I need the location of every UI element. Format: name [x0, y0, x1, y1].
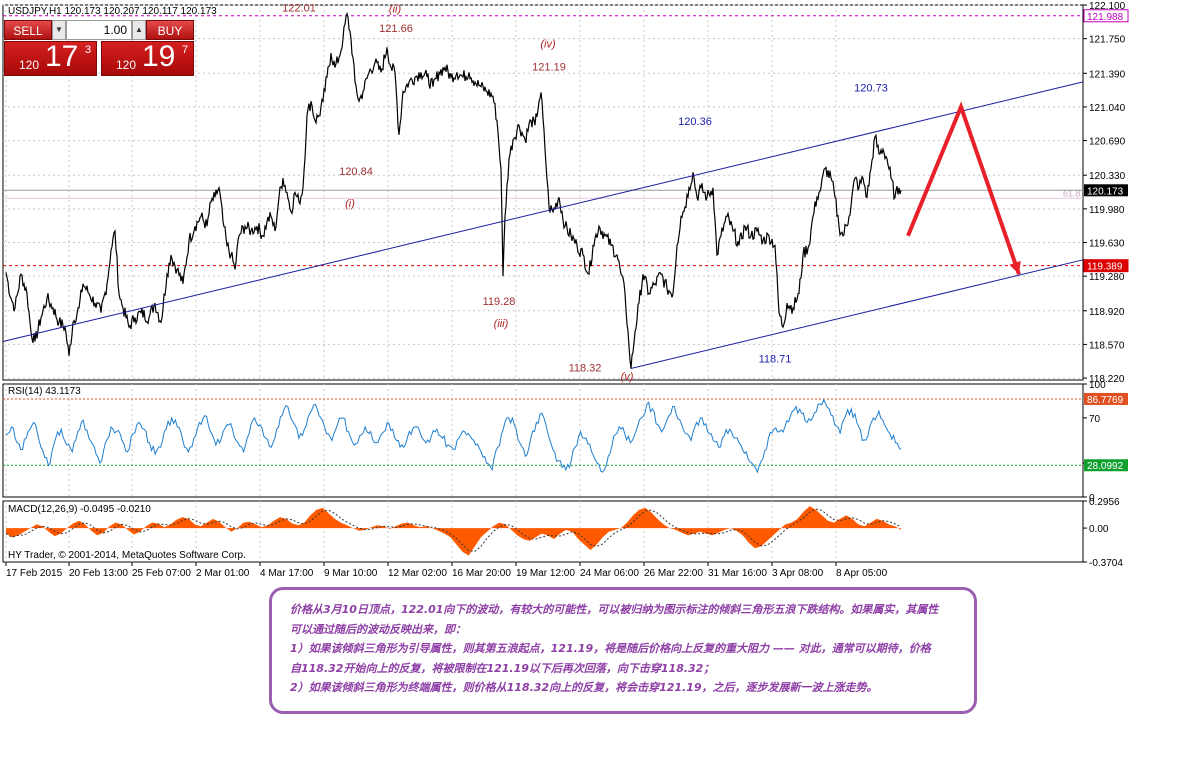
- x-tick-label: 26 Mar 22:00: [644, 568, 703, 579]
- price-annotation: 120.73: [854, 83, 888, 95]
- rsi-panel-frame: [2, 383, 1084, 498]
- price-annotation: 121.66: [379, 23, 413, 35]
- sell-price[interactable]: 120 17 3: [4, 40, 97, 76]
- lot-decrease-icon[interactable]: ▼: [52, 20, 66, 40]
- one-click-trade-panel: SELL ▼ 1.00 ▲ BUY 120 17 3 120 19 7: [4, 20, 194, 76]
- lot-increase-icon[interactable]: ▲: [132, 20, 146, 40]
- chart-area: 17 Feb 2015 20 Feb 13:00 25 Feb 07:00 2 Mar…: [0, 0, 1202, 582]
- buy-price-prefix: 120: [116, 58, 137, 72]
- wave-label: (i): [345, 198, 355, 210]
- analysis-note: 价格从3月10日顶点，122.01向下的波动，有较大的可能性，可以被归纳为图示标…: [269, 587, 977, 714]
- price-annotation: 120.84: [339, 166, 373, 178]
- buy-price-main: 19: [142, 40, 176, 73]
- x-tick-label: 16 Mar 20:00: [452, 568, 511, 579]
- chart-title: USDJPY,H1 120.173 120.207 120.117 120.17…: [8, 6, 217, 17]
- x-tick-label: 24 Mar 06:00: [580, 568, 639, 579]
- note-line: 自118.32开始向上的反复，将被限制在121.19以下后再次回落，向下击穿11…: [290, 661, 715, 675]
- price-y-tick-label: 119.630: [1089, 239, 1125, 250]
- macd-y-tick-label: 0.00: [1089, 524, 1109, 535]
- x-tick-label: 3 Apr 08:00: [772, 568, 824, 579]
- rsi-y-tick-label: 100: [1089, 380, 1106, 391]
- price-y-tick-label: 118.920: [1089, 307, 1125, 318]
- buy-button[interactable]: BUY: [146, 20, 194, 40]
- price-annotation: 122.01: [282, 3, 316, 15]
- sell-price-pip: 3: [85, 44, 92, 56]
- rsi-level-label: 28.0992: [1087, 461, 1124, 472]
- note-line: 1）如果该倾斜三角形为引导属性，则其第五浪起点，121.19，将是随后价格向上反…: [290, 642, 931, 655]
- wave-label: (ii): [389, 4, 402, 16]
- x-tick-label: 9 Mar 10:00: [324, 568, 378, 579]
- level-tag-label: 121.988: [1087, 12, 1124, 23]
- note-line: 价格从3月10日顶点，122.01向下的波动，有较大的可能性，可以被归纳为图示标…: [290, 603, 939, 616]
- macd-y-tick-label: 0.2956: [1089, 497, 1120, 508]
- price-annotation: 121.19: [532, 61, 566, 73]
- current-price-label: 120.173: [1087, 186, 1124, 197]
- fib-level-label: 61.8: [1063, 188, 1081, 198]
- level-tag-label: 119.389: [1087, 262, 1123, 273]
- rsi-level-label: 86.7769: [1087, 395, 1124, 406]
- x-tick-label: 25 Feb 07:00: [132, 568, 191, 579]
- x-tick-label: 31 Mar 16:00: [708, 568, 767, 579]
- price-y-tick-label: 120.690: [1089, 137, 1126, 148]
- price-y-tick-label: 121.750: [1089, 35, 1126, 46]
- sell-price-prefix: 120: [19, 58, 40, 72]
- rsi-y-tick-label: 70: [1089, 414, 1101, 425]
- price-y-tick-label: 118.570: [1089, 340, 1125, 351]
- price-y-tick-label: 120.330: [1089, 171, 1126, 182]
- wave-label: (iv): [540, 38, 556, 50]
- price-annotation: 118.71: [759, 354, 792, 366]
- note-line: 2）如果该倾斜三角形为终端属性，则价格从118.32向上的反复，将会击穿121.…: [290, 681, 878, 694]
- macd-y-tick-label: -0.3704: [1089, 558, 1123, 569]
- price-y-tick-label: 119.980: [1089, 205, 1125, 216]
- price-annotation: 118.32: [569, 362, 602, 374]
- sell-button[interactable]: SELL: [4, 20, 52, 40]
- x-tick-label: 8 Apr 05:00: [836, 568, 888, 579]
- x-tick-label: 4 Mar 17:00: [260, 568, 314, 579]
- x-tick-label: 12 Mar 02:00: [388, 568, 447, 579]
- chart-svg: 17 Feb 2015 20 Feb 13:00 25 Feb 07:00 2 Mar…: [2, 1, 1129, 579]
- price-y-tick-label: 121.390: [1089, 69, 1126, 80]
- x-tick-label: 20 Feb 13:00: [69, 568, 128, 579]
- wave-label: (iii): [494, 318, 509, 330]
- price-annotation: 119.28: [483, 296, 516, 308]
- note-line: 可以通过随后的波动反映出来，即：: [290, 622, 466, 636]
- lot-size-input[interactable]: 1.00: [66, 20, 132, 40]
- rsi-title: RSI(14) 43.1173: [8, 386, 81, 397]
- price-y-tick-label: 119.280: [1089, 272, 1125, 283]
- sell-price-main: 17: [45, 40, 79, 73]
- price-annotation: 120.36: [678, 116, 712, 128]
- price-y-tick-label: 121.040: [1089, 103, 1126, 114]
- x-tick-label: 2 Mar 01:00: [196, 568, 250, 579]
- wave-label: (v): [621, 371, 634, 383]
- x-tick-label: 19 Mar 12:00: [516, 568, 575, 579]
- x-tick-label: 17 Feb 2015: [6, 568, 63, 579]
- buy-price[interactable]: 120 19 7: [101, 40, 194, 76]
- macd-title: MACD(12,26,9) -0.0495 -0.0210: [8, 504, 151, 515]
- buy-price-pip: 7: [182, 44, 189, 56]
- copyright-label: HY Trader, © 2001-2014, MetaQuotes Softw…: [8, 550, 246, 561]
